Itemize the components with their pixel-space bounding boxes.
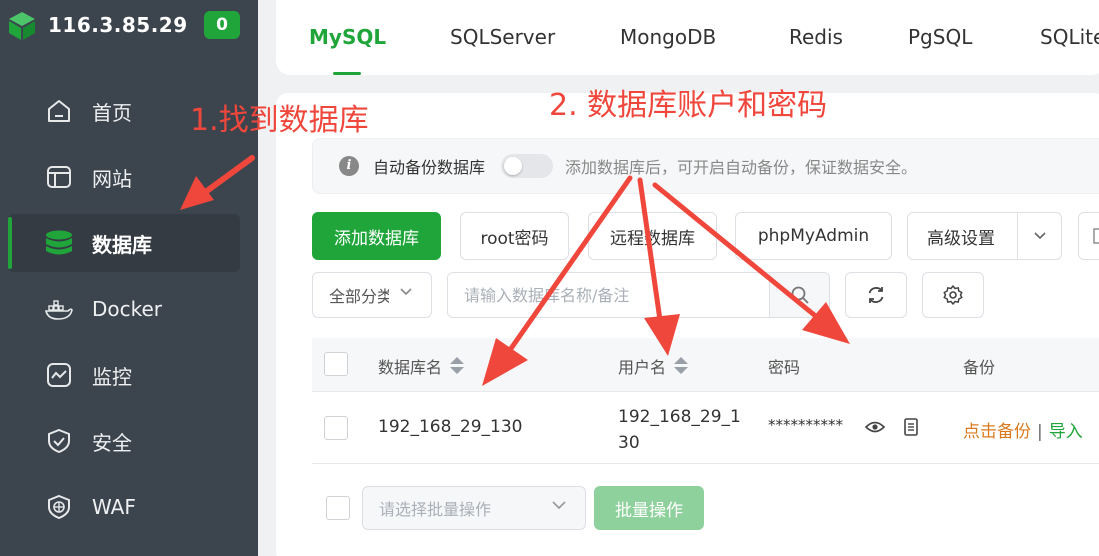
chevron-down-icon xyxy=(400,288,412,296)
column-header-password: 密码 xyxy=(768,358,801,377)
column-header-label: 用户名 xyxy=(618,358,667,377)
batch-select-placeholder: 请选择批量操作 xyxy=(379,500,492,519)
sidebar-item-label: 网站 xyxy=(92,166,132,191)
table-header: 数据库名 用户名 密码 备份 xyxy=(312,338,1099,392)
chevron-down-icon xyxy=(552,501,566,510)
root-password-button[interactable]: root密码 xyxy=(460,212,569,260)
refresh-button[interactable] xyxy=(845,272,907,318)
sidebar-item-label: 安全 xyxy=(92,430,132,455)
auto-backup-hint: 添加数据库后，可开启自动备份，保证数据安全。 xyxy=(565,158,918,177)
annotation-step1: 1.找到数据库 xyxy=(190,103,369,138)
chevron-down-icon xyxy=(1033,232,1046,240)
sidebar-item-security[interactable]: 安全 xyxy=(8,412,240,470)
tab-sqlserver[interactable]: SQLServer xyxy=(450,25,555,49)
sidebar-item-docker[interactable]: Docker xyxy=(8,280,240,338)
sidebar-item-database[interactable]: 数据库 xyxy=(8,214,240,272)
website-icon xyxy=(44,162,74,192)
waf-icon xyxy=(44,492,74,522)
database-user: 192_168_29_130 xyxy=(618,407,741,453)
active-tab-underline xyxy=(333,72,361,75)
gear-icon xyxy=(943,285,963,305)
tab-mysql[interactable]: MySQL xyxy=(309,25,386,49)
toggle-knob xyxy=(504,157,523,175)
sidebar-item-waf[interactable]: WAF xyxy=(8,478,240,536)
refresh-icon xyxy=(868,287,884,303)
docker-icon xyxy=(44,294,74,324)
sidebar-item-website[interactable]: 网站 xyxy=(8,148,240,206)
table-row: 192_168_29_130 192_168_29_130 **********… xyxy=(312,392,1099,464)
annotation-step2: 2. 数据库账户和密码 xyxy=(549,88,828,123)
category-select[interactable]: 全部分类 xyxy=(312,272,432,318)
backup-actions: 点击备份 | 导入 xyxy=(963,417,1083,442)
batch-operation-button[interactable]: 批量操作 xyxy=(594,486,704,530)
database-search xyxy=(447,272,830,318)
sidebar-item-monitor[interactable]: 监控 xyxy=(8,346,240,404)
tab-pgsql[interactable]: PgSQL xyxy=(908,25,972,49)
search-icon xyxy=(791,286,809,304)
phpmyadmin-button[interactable]: phpMyAdmin xyxy=(735,212,892,260)
sort-icon[interactable] xyxy=(450,357,465,375)
server-ip[interactable]: 116.3.85.29 xyxy=(48,13,188,37)
select-all-checkbox[interactable] xyxy=(324,352,348,376)
column-header-user[interactable]: 用户名 xyxy=(618,354,689,378)
tab-mongodb[interactable]: MongoDB xyxy=(620,25,716,49)
database-icon xyxy=(44,228,74,258)
bt-logo-icon xyxy=(9,12,35,40)
tab-sqlite[interactable]: SQLite xyxy=(1040,25,1099,49)
remote-database-button[interactable]: 远程数据库 xyxy=(588,212,717,260)
sort-icon[interactable] xyxy=(674,357,689,375)
home-icon xyxy=(44,96,74,126)
batch-operation-select[interactable]: 请选择批量操作 xyxy=(362,486,586,530)
database-name[interactable]: 192_168_29_130 xyxy=(378,417,522,437)
column-header-backup: 备份 xyxy=(963,358,996,377)
backup-link[interactable]: 点击备份 xyxy=(963,422,1031,442)
active-indicator xyxy=(8,217,12,269)
eye-icon xyxy=(864,421,886,433)
link-separator: | xyxy=(1037,422,1043,442)
column-header-name[interactable]: 数据库名 xyxy=(378,354,465,378)
advanced-settings-button[interactable]: 高级设置 xyxy=(907,212,1062,260)
notification-badge[interactable]: 0 xyxy=(204,11,240,39)
advanced-settings-label: 高级设置 xyxy=(927,228,995,249)
auto-backup-label: 自动备份数据库 xyxy=(373,158,486,177)
monitor-icon xyxy=(44,360,74,390)
add-database-button[interactable]: 添加数据库 xyxy=(312,212,441,260)
sidebar: 116.3.85.29 0 首页 网站 数据库 Docker 监控 安全 WAF xyxy=(0,0,258,556)
sidebar-item-label: 首页 xyxy=(92,100,132,125)
database-password: ********** xyxy=(768,416,843,434)
info-icon: i xyxy=(339,156,359,176)
search-button[interactable] xyxy=(769,273,829,317)
batch-select-all-checkbox[interactable] xyxy=(326,496,350,520)
import-link[interactable]: 导入 xyxy=(1049,422,1083,442)
sidebar-item-label: WAF xyxy=(92,495,136,519)
copy-password-button[interactable] xyxy=(902,417,920,441)
copy-icon xyxy=(904,418,918,436)
sidebar-item-label: Docker xyxy=(92,297,163,321)
auto-backup-notice: i 自动备份数据库 添加数据库后，可开启自动备份，保证数据安全。 xyxy=(312,138,1099,194)
sidebar-item-label: 监控 xyxy=(92,364,132,389)
more-button[interactable] xyxy=(1078,212,1099,260)
search-input[interactable] xyxy=(448,273,770,317)
tab-redis[interactable]: Redis xyxy=(789,25,843,49)
advanced-settings-dropdown[interactable] xyxy=(1017,213,1061,259)
show-password-button[interactable] xyxy=(864,418,886,440)
settings-button[interactable] xyxy=(922,272,984,318)
column-header-label: 数据库名 xyxy=(378,358,443,377)
more-icon xyxy=(1093,228,1099,244)
category-select-value: 全部分类 xyxy=(329,287,389,306)
row-checkbox[interactable] xyxy=(324,416,348,440)
auto-backup-toggle[interactable] xyxy=(501,154,554,178)
sidebar-item-label: 数据库 xyxy=(92,232,152,257)
shield-icon xyxy=(44,426,74,456)
sidebar-header: 116.3.85.29 0 xyxy=(0,0,258,52)
